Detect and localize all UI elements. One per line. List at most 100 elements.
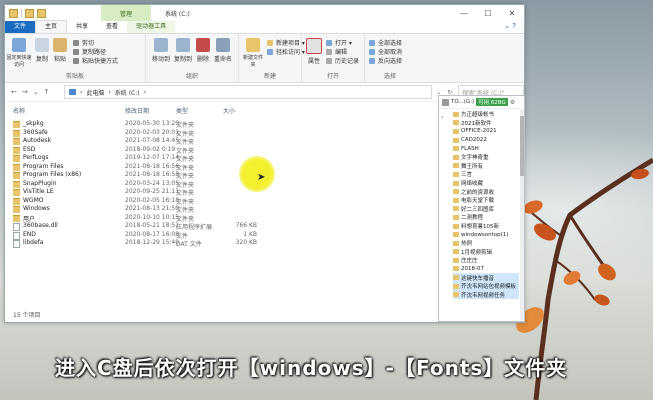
copy-to-button[interactable]: 复制到 — [174, 38, 192, 63]
panel-folder-item[interactable]: 2018-07 — [453, 265, 519, 274]
file-row[interactable]: VisTitle LE 2020-09-25 21:11 文件夹 — [13, 188, 433, 197]
panel-folder-item[interactable]: 好二三四图库 — [453, 205, 519, 214]
tab-share[interactable]: 共享 — [67, 21, 97, 33]
panel-folder-item[interactable]: 二测教程 — [453, 213, 519, 222]
select-all-button[interactable]: 全部选择 — [369, 38, 402, 47]
paste-button[interactable]: 粘贴 — [53, 38, 67, 63]
panel-folder-item[interactable]: 方正超级帐书 — [453, 110, 519, 119]
panel-folder-item[interactable]: OFFICE-2021 — [453, 127, 519, 136]
history-label: 历史记录 — [335, 58, 360, 65]
file-row[interactable]: END 2020-08-17 16:08 文件 1 KB — [13, 231, 433, 240]
gear-icon[interactable]: ⚙ — [510, 99, 515, 106]
panel-folder-label: 芥沈韦网站包视频模板 — [461, 284, 517, 291]
file-date: 2020-02-03 20:01 — [125, 128, 180, 136]
file-row[interactable]: WGMO 2020-02-05 16:18 文件夹 — [13, 197, 433, 206]
panel-folder-item[interactable]: 舞王所有 — [453, 162, 519, 171]
file-row[interactable]: Autodesk 2021-07-08 14:45 文件夹 — [13, 137, 433, 146]
breadcrumb-this-pc[interactable]: 此电脑 — [86, 88, 104, 97]
move-to-button[interactable]: 移动到 — [152, 38, 170, 63]
panel-folder-item[interactable]: 文字神奇重 — [453, 153, 519, 162]
tab-home[interactable]: 主页 — [35, 20, 68, 33]
properties-button[interactable]: 属性 — [306, 38, 322, 65]
paste-shortcut-label: 粘贴快捷方式 — [82, 58, 119, 65]
recent-locations-button[interactable]: ⌄ — [33, 88, 39, 96]
file-row[interactable]: Program Files 2021-08-18 16:56 文件夹 — [13, 163, 433, 172]
panel-folder-item[interactable]: 料想育暑105新 — [453, 222, 519, 231]
tab-drive-tools[interactable]: 驱动器工具 — [127, 21, 176, 33]
easy-access-icon — [267, 48, 273, 55]
file-row[interactable]: 用户 2020-10-10 10:15 文件夹 — [13, 214, 433, 223]
column-name[interactable]: 名称 — [13, 106, 25, 115]
maximize-button[interactable]: ☐ — [476, 5, 500, 21]
file-row[interactable]: Windows 2021-08-13 21:50 文件夹 — [13, 205, 433, 214]
edit-label: 编辑 — [335, 49, 348, 56]
close-button[interactable]: ✕ — [500, 5, 524, 21]
back-button[interactable]: ← — [11, 88, 17, 96]
help-icon[interactable]: ⌄ ? — [504, 22, 516, 30]
delete-button[interactable]: 删除 — [196, 38, 210, 63]
select-none-button[interactable]: 全部取消 — [369, 47, 402, 56]
manage-context-tab[interactable]: 管理 — [101, 5, 151, 21]
file-row[interactable]: SnapPlugin 2020-03-24 13:05 文件夹 — [13, 180, 433, 189]
file-date: 2020-03-24 13:05 — [125, 179, 180, 187]
minimize-button[interactable]: — — [452, 5, 476, 21]
forward-button[interactable]: → — [22, 88, 28, 96]
new-folder-icon[interactable] — [37, 8, 46, 18]
file-row[interactable]: PerfLogs 2019-12-07 17:14 文件夹 — [13, 154, 433, 163]
panel-folder-item[interactable]: 三言 — [453, 170, 519, 179]
edit-icon — [326, 48, 332, 55]
panel-folder-item[interactable]: 1月视频剪辑 — [453, 248, 519, 257]
folder-icon — [13, 189, 20, 196]
panel-folder-item[interactable]: 2021新软件 — [453, 119, 519, 128]
panel-folder-item[interactable]: 芥沈韦网站包视频模板 — [453, 281, 519, 291]
panel-folder-item[interactable]: 庄庄庄 — [453, 256, 519, 265]
history-button[interactable]: 历史记录 — [326, 56, 359, 65]
column-date[interactable]: 修改日期 — [125, 106, 149, 115]
address-bar[interactable]: › 此电脑 › 系统 (C:) › — [63, 85, 433, 99]
panel-scrollbar[interactable] — [520, 110, 524, 320]
up-button[interactable]: ↑ — [44, 88, 50, 96]
invert-selection-button[interactable]: 反向选择 — [369, 56, 402, 65]
panel-folder-item[interactable]: 网络收藏 — [453, 179, 519, 188]
paste-shortcut-button[interactable]: 粘贴快捷方式 — [73, 56, 118, 65]
file-row[interactable]: Program Files (x86) 2021-08-18 16:58 文件夹 — [13, 171, 433, 180]
panel-folder-item[interactable]: windowsontop(1) — [453, 230, 519, 239]
column-size[interactable]: 大小 — [223, 106, 235, 115]
new-item-button[interactable]: 新建项目 ▾ — [267, 38, 305, 47]
file-row[interactable]: 360Safe 2020-02-03 20:01 文件夹 — [13, 129, 433, 138]
delete-label: 删除 — [196, 56, 209, 63]
folder-icon — [453, 128, 459, 134]
title-bar: 管理 系统 (C:) — ☐ ✕ — [5, 5, 524, 21]
panel-folder-item[interactable]: FLASH — [453, 144, 519, 153]
edit-button[interactable]: 编辑 — [326, 47, 347, 56]
open-button[interactable]: 打开 ▾ — [326, 38, 352, 47]
file-row[interactable]: ESD 2018-09-02 0:19 文件夹 — [13, 146, 433, 155]
tab-view[interactable]: 查看 — [97, 21, 127, 33]
rename-button[interactable]: 重命名 — [214, 38, 232, 63]
panel-folder-item[interactable]: 热例 — [453, 239, 519, 248]
file-row[interactable]: _skpkg 2020-05-30 13:20 文件夹 — [13, 120, 433, 129]
panel-folder-item[interactable]: 芥沈韦网视频任务 — [453, 290, 519, 300]
file-row[interactable]: 360base.dll 2018-05-21 18:51 应用程序扩展 766 KB — [13, 222, 433, 231]
copy-path-button[interactable]: 复制路径 — [73, 47, 106, 56]
panel-folder-item[interactable]: 之前的资源收 — [453, 187, 519, 196]
folder-icon — [453, 206, 459, 212]
new-folder-button[interactable]: 新建文件夹 — [243, 38, 263, 68]
cut-button[interactable]: 剪切 — [73, 38, 94, 47]
panel-folder-item[interactable]: 电影天堂下载 — [453, 196, 519, 205]
file-name: _skpkg — [23, 120, 44, 127]
copy-button[interactable]: 复制 — [35, 38, 49, 63]
column-type[interactable]: 类型 — [176, 106, 188, 115]
tab-file[interactable]: 文件 — [5, 21, 36, 33]
collapse-arrow-icon[interactable]: ‹ — [441, 114, 443, 121]
folder-icon — [453, 180, 459, 186]
file-row[interactable]: libdefa 2018-12-29 15:40 DAT 文件 320 KB — [13, 239, 433, 248]
scroll-thumb[interactable] — [520, 116, 524, 176]
pin-button[interactable]: 固定到快速访问 — [6, 38, 32, 68]
panel-folder-item[interactable]: CAD2022 — [453, 136, 519, 145]
easy-access-button[interactable]: 轻松访问 ▾ — [267, 47, 305, 56]
folder-icon — [13, 155, 20, 162]
breadcrumb-drive-c[interactable]: 系统 (C:) — [115, 88, 140, 97]
properties-icon[interactable] — [25, 8, 34, 18]
panel-folder-item[interactable]: 这键快车播音 — [453, 273, 519, 282]
